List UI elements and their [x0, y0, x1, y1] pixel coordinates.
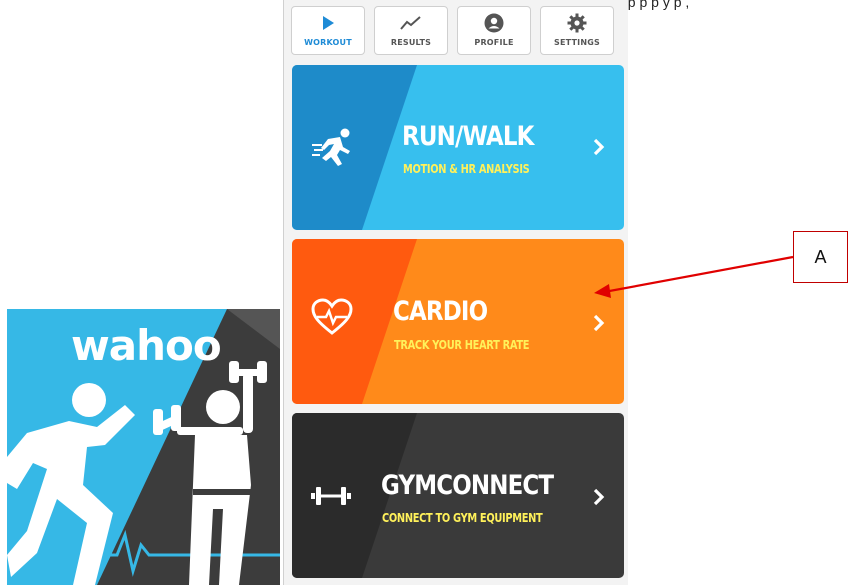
- heart-rate-icon: [310, 298, 354, 341]
- gymconnect-title: GYMCONNECT: [381, 470, 554, 501]
- chevron-right-icon: [593, 488, 605, 506]
- cardio-title: CARDIO: [393, 296, 488, 327]
- play-icon: [316, 12, 340, 34]
- run-walk-card[interactable]: RUN/WALK MOTION & HR ANALYSIS: [292, 65, 624, 230]
- top-tab-bar: WORKOUT RESULTS PROFILE SETTINGS: [291, 6, 621, 56]
- tab-settings[interactable]: SETTINGS: [540, 6, 614, 55]
- person-circle-icon: [482, 12, 506, 34]
- cropped-caption-text: pp p p y p ,: [620, 0, 690, 10]
- tab-profile-label: PROFILE: [474, 38, 514, 47]
- tab-workout[interactable]: WORKOUT: [291, 6, 365, 55]
- run-walk-subtitle: MOTION & HR ANALYSIS: [403, 162, 530, 176]
- cardio-card[interactable]: CARDIO TRACK YOUR HEART RATE: [292, 239, 624, 404]
- dumbbell-icon: [311, 485, 351, 512]
- tab-results-label: RESULTS: [390, 38, 432, 47]
- tab-profile[interactable]: PROFILE: [457, 6, 531, 55]
- cardio-subtitle: TRACK YOUR HEART RATE: [394, 338, 530, 352]
- chevron-right-icon: [593, 314, 605, 332]
- wahoo-logo-tile: wahoo: [7, 309, 280, 585]
- runner-icon: [312, 127, 354, 172]
- tab-results[interactable]: RESULTS: [374, 6, 448, 55]
- app-screen: WORKOUT RESULTS PROFILE SETTINGS RUN/WAL…: [283, 0, 628, 585]
- wahoo-logo-text: wahoo: [71, 321, 222, 370]
- annotation-label: A: [814, 246, 827, 267]
- gear-icon: [565, 12, 589, 34]
- gymconnect-subtitle: CONNECT TO GYM EQUIPMENT: [382, 511, 543, 525]
- run-walk-title: RUN/WALK: [402, 121, 534, 152]
- annotation-arrow: [603, 255, 794, 294]
- annotation-callout-box: A: [793, 231, 848, 283]
- gymconnect-card[interactable]: GYMCONNECT CONNECT TO GYM EQUIPMENT: [292, 413, 624, 578]
- tab-workout-label: WORKOUT: [304, 38, 352, 47]
- trend-line-icon: [399, 12, 423, 34]
- chevron-right-icon: [593, 138, 605, 156]
- tab-settings-label: SETTINGS: [554, 38, 600, 47]
